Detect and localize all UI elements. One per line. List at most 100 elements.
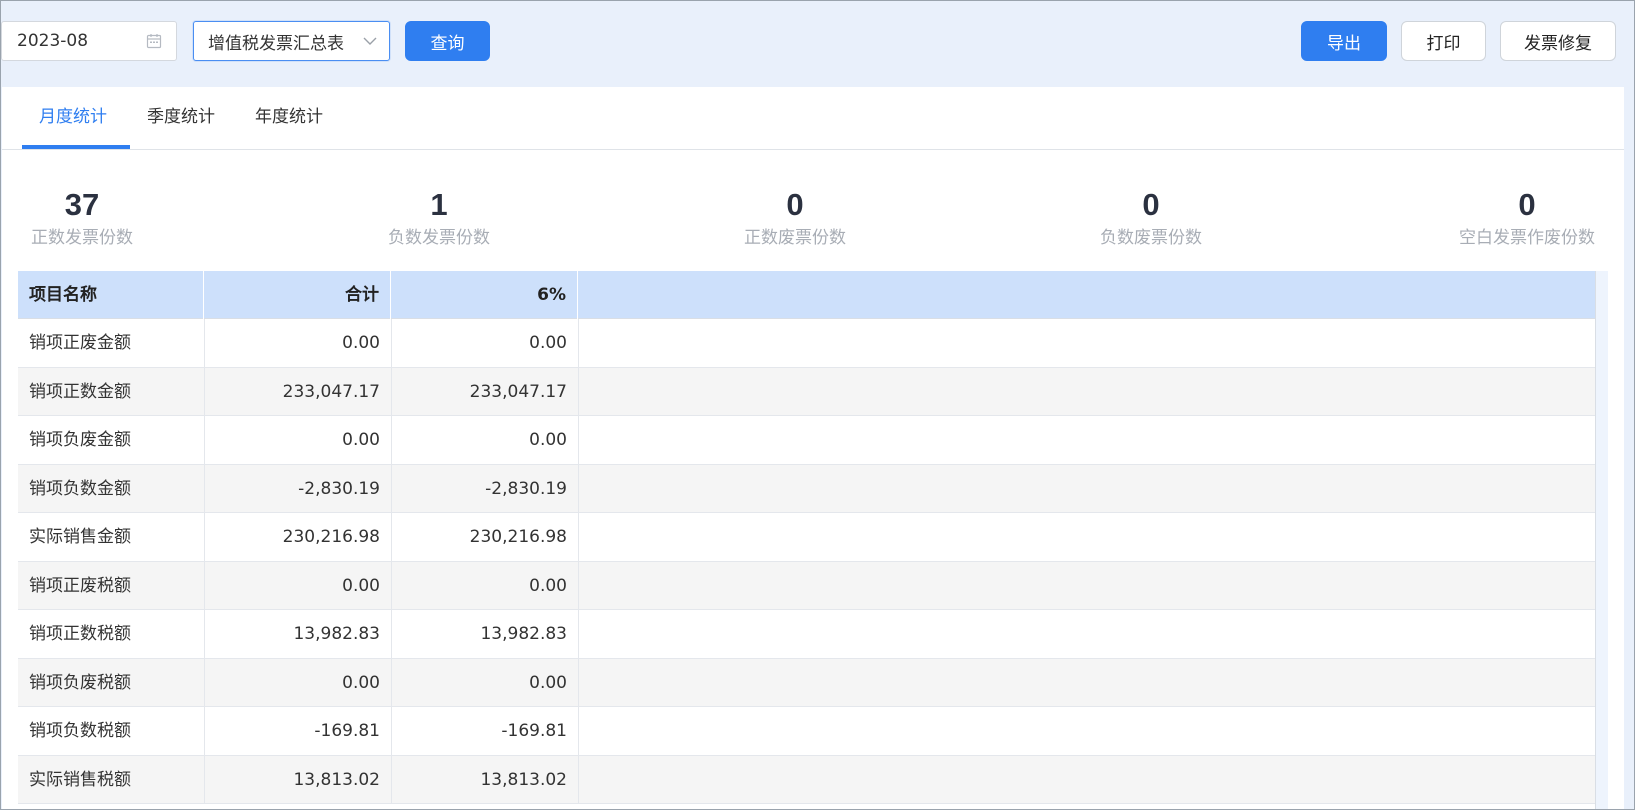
stat-label: 负数废票份数 [1100, 228, 1202, 248]
cell-item-name: 销项正废税额 [29, 575, 131, 596]
cell-rate-6: 13,982.83 [480, 624, 567, 644]
table-row[interactable]: 实际销售金额 230,216.98 230,216.98 [18, 513, 1608, 562]
header-rate-6[interactable]: 6% [391, 271, 578, 319]
column-divider [391, 513, 392, 561]
cell-total: 0.00 [342, 430, 380, 450]
cell-rate-6: 230,216.98 [469, 527, 567, 547]
column-divider [204, 464, 205, 513]
month-picker[interactable]: 2023-08 [1, 21, 177, 61]
header-item-name[interactable]: 项目名称 [18, 271, 204, 319]
cell-item-name: 实际销售金额 [29, 527, 131, 547]
stat-label: 正数废票份数 [744, 228, 846, 248]
column-divider [391, 367, 392, 416]
stat-positive-invoices: 37 正数发票份数 [17, 187, 147, 251]
column-divider [204, 561, 205, 610]
stat-value: 37 [64, 187, 100, 222]
column-divider [391, 658, 392, 707]
table-row[interactable]: 销项正数金额 233,047.17 233,047.17 [18, 367, 1608, 416]
column-divider [204, 610, 205, 658]
stat-label: 负数发票份数 [388, 228, 490, 248]
column-divider [391, 464, 392, 513]
cell-rate-6: -2,830.19 [485, 478, 567, 499]
cell-item-name: 销项负数税额 [29, 721, 131, 741]
cell-item-name: 实际销售税额 [29, 769, 131, 790]
tab-monthly[interactable]: 月度统计 [39, 87, 107, 150]
table-body: 销项正废金额 0.00 0.00 销项正数金额 233,047.17 233,047.17… [18, 319, 1608, 804]
table-row[interactable]: 销项负数税额 -169.81 -169.81 [18, 707, 1608, 756]
report-type-value: 增值税发票汇总表 [208, 33, 344, 54]
toolbar: 2023-08 增值税发票汇总表 查询 导出 打印 发票修复 [1, 1, 1634, 85]
cell-total: 0.00 [342, 575, 380, 596]
cell-rate-6: 0.00 [529, 575, 567, 596]
column-divider [204, 367, 205, 416]
cell-total: 230,216.98 [282, 527, 380, 547]
table-row[interactable]: 实际销售税额 13,813.02 13,813.02 [18, 755, 1608, 804]
column-divider [204, 319, 205, 367]
export-button[interactable]: 导出 [1301, 21, 1387, 61]
column-divider [578, 513, 579, 561]
column-divider [391, 416, 392, 464]
cell-rate-6: 13,813.02 [480, 769, 567, 790]
chevron-down-icon [363, 37, 377, 45]
table-row[interactable]: 销项负废税额 0.00 0.00 [18, 658, 1608, 707]
stat-label: 正数发票份数 [31, 228, 133, 248]
cell-rate-6: 0.00 [529, 430, 567, 450]
cell-total: 13,813.02 [293, 769, 380, 790]
table-scrollbar[interactable] [1595, 271, 1608, 809]
header-filler [578, 271, 1596, 319]
tab-quarterly[interactable]: 季度统计 [147, 87, 215, 150]
table-row[interactable]: 销项正数税额 13,982.83 13,982.83 [18, 610, 1608, 659]
stat-blank-void: 0 空白发票作废份数 [1442, 187, 1612, 251]
query-button[interactable]: 查询 [405, 21, 490, 61]
cell-item-name: 销项正数税额 [29, 624, 131, 644]
cell-total: -169.81 [314, 721, 380, 741]
invoice-repair-button[interactable]: 发票修复 [1500, 21, 1616, 61]
column-divider [578, 464, 579, 513]
report-type-select[interactable]: 增值税发票汇总表 [193, 21, 390, 61]
active-tab-indicator [22, 145, 130, 149]
stat-value: 0 [1518, 187, 1536, 222]
table-row[interactable]: 销项负废金额 0.00 0.00 [18, 416, 1608, 465]
column-divider [578, 707, 579, 755]
column-divider [391, 707, 392, 755]
print-button[interactable]: 打印 [1401, 21, 1486, 61]
stat-value: 1 [430, 187, 448, 222]
stat-tabs: 月度统计 季度统计 年度统计 [2, 87, 1624, 150]
column-divider [578, 319, 579, 367]
stat-positive-void: 0 正数废票份数 [730, 187, 860, 251]
table-row[interactable]: 销项正废金额 0.00 0.00 [18, 319, 1608, 368]
table-row[interactable]: 销项正废税额 0.00 0.00 [18, 561, 1608, 610]
tab-yearly[interactable]: 年度统计 [255, 87, 323, 150]
column-divider [204, 755, 205, 804]
stat-negative-void: 0 负数废票份数 [1086, 187, 1216, 251]
stat-label: 空白发票作废份数 [1459, 228, 1595, 248]
column-divider [578, 755, 579, 804]
column-divider [578, 416, 579, 464]
cell-item-name: 销项负废税额 [29, 672, 131, 693]
column-divider [204, 513, 205, 561]
cell-rate-6: 0.00 [529, 333, 567, 353]
cell-rate-6: 233,047.17 [469, 381, 567, 402]
column-divider [578, 561, 579, 610]
header-total[interactable]: 合计 [204, 271, 391, 319]
content-panel: 月度统计 季度统计 年度统计 37 正数发票份数 1 负数发票份数 0 正数废票… [2, 87, 1624, 809]
stat-negative-invoices: 1 负数发票份数 [374, 187, 504, 251]
column-divider [578, 367, 579, 416]
month-picker-value: 2023-08 [17, 31, 89, 51]
stat-value: 0 [786, 187, 804, 222]
column-divider [391, 561, 392, 610]
column-divider [578, 610, 579, 658]
column-divider [204, 658, 205, 707]
cell-total: 0.00 [342, 333, 380, 353]
table-header: 项目名称 合计 6% [18, 271, 1608, 319]
cell-item-name: 销项正数金额 [29, 381, 131, 402]
cell-total: 233,047.17 [282, 381, 380, 402]
summary-table: 项目名称 合计 6% 销项正废金额 0.00 0.00 销项正数金额 233,047.1… [18, 271, 1608, 804]
cell-rate-6: 0.00 [529, 672, 567, 693]
column-divider [204, 416, 205, 464]
column-divider [391, 610, 392, 658]
column-divider [204, 707, 205, 755]
table-row[interactable]: 销项负数金额 -2,830.19 -2,830.19 [18, 464, 1608, 513]
cell-item-name: 销项负废金额 [29, 430, 131, 450]
column-divider [391, 755, 392, 804]
